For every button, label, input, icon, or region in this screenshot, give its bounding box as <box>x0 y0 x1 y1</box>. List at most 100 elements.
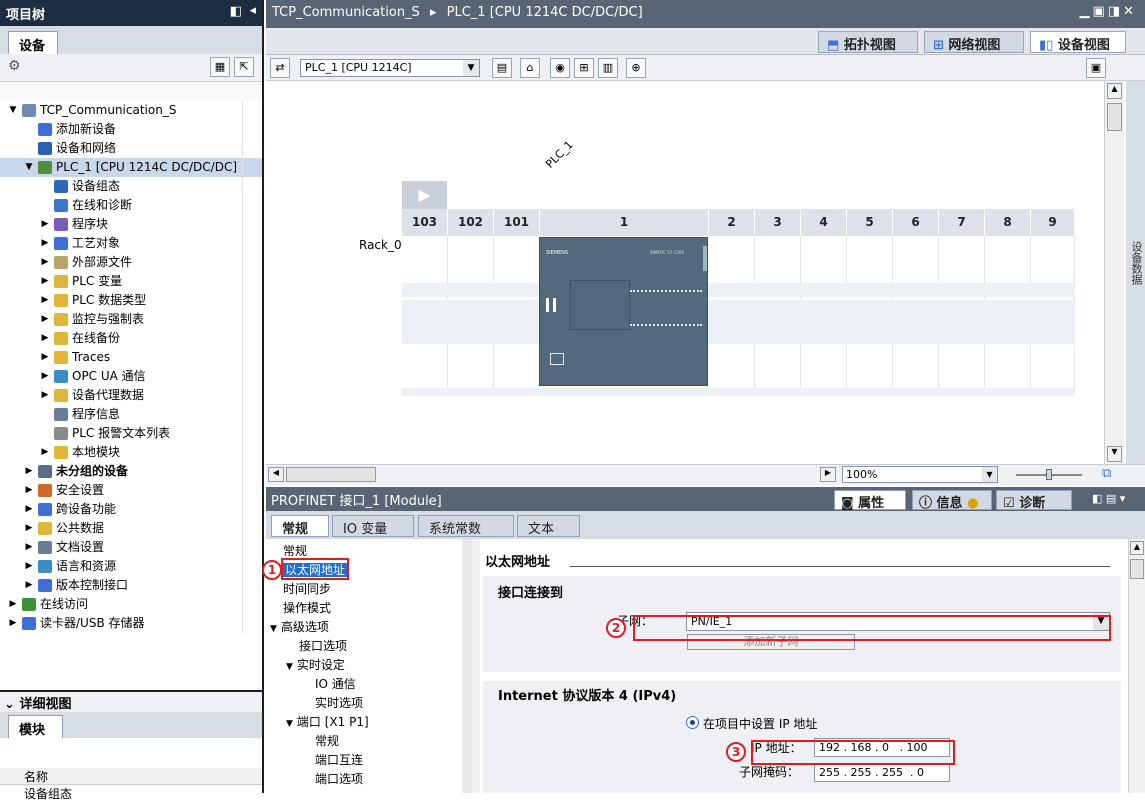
nav-item[interactable]: 常规 <box>302 732 339 751</box>
tree-item[interactable]: ▶ 工艺对象 <box>0 234 262 253</box>
collapse-arrow-icon[interactable]: ▶ <box>40 272 50 291</box>
rack-slot-header[interactable]: 101 <box>494 209 540 236</box>
tree-item[interactable]: ▶ PLC 变量 <box>0 272 262 291</box>
rack-slot-header[interactable]: 5 <box>847 209 893 236</box>
side-panel-icon[interactable]: ▣ <box>1086 58 1106 78</box>
collapse-arrow-icon[interactable]: ▶ <box>40 329 50 348</box>
tree-item[interactable]: ▼ TCP_Communication_S <box>0 101 262 120</box>
panel-layout-icon[interactable]: ◧ <box>230 4 242 19</box>
collapse-arrow-icon[interactable]: ▶ <box>40 253 50 272</box>
tree-item[interactable]: ▶ 读卡器/USB 存储器 <box>0 614 262 633</box>
tree-item[interactable]: ▶ 未分组的设备 <box>0 462 262 481</box>
zoom-select[interactable]: 100% ▼ <box>842 466 998 483</box>
rack-slot-header[interactable]: 4 <box>801 209 847 236</box>
scroll-thumb[interactable] <box>1107 103 1122 131</box>
tree-item[interactable]: ▶ 设备代理数据 <box>0 386 262 405</box>
tree-item[interactable]: ▶ 语言和资源 <box>0 557 262 576</box>
tree-item[interactable]: 设备组态 <box>0 177 262 196</box>
tree-item[interactable]: 在线和诊断 <box>0 196 262 215</box>
set-ip-radio[interactable] <box>686 716 699 729</box>
zoom-in-icon[interactable]: ⊕ <box>626 58 646 78</box>
tab-devices[interactable]: 设备 <box>8 31 58 54</box>
properties-vscroll[interactable]: ▲ <box>1128 539 1145 793</box>
subnet-mask-field[interactable]: 255 . 255 . 255 . 0 <box>814 763 950 782</box>
show-icon[interactable]: ◉ <box>550 58 570 78</box>
rack-slot-header[interactable]: 103 <box>402 209 448 236</box>
panel-controls-icon[interactable]: ◧ ▤ ▾ <box>1092 492 1125 505</box>
nav-item[interactable]: ▼ 实时设定 <box>286 656 345 675</box>
tab-modules[interactable]: 模块 <box>8 715 63 738</box>
zoom-slider-handle[interactable] <box>1046 469 1052 480</box>
window-controls-icon[interactable]: ▁▣◨✕ <box>1080 4 1137 19</box>
nav-splitter[interactable] <box>462 539 472 793</box>
tree-item[interactable]: 程序信息 <box>0 405 262 424</box>
properties-icon[interactable]: ▤ <box>492 58 512 78</box>
tab-topology-view[interactable]: ⬒ 拓扑视图 <box>818 31 918 53</box>
collapse-arrow-icon[interactable]: ▶ <box>24 481 34 500</box>
collapse-arrow-icon[interactable]: ▶ <box>40 348 50 367</box>
tree-item[interactable]: ▶ 在线访问 <box>0 595 262 614</box>
rack-slot-header[interactable]: 9 <box>1031 209 1075 236</box>
device-data-side-tab[interactable]: 设备数据 <box>1126 81 1145 464</box>
collapse-arrow-icon[interactable]: ▶ <box>24 557 34 576</box>
rack-slot-header[interactable]: 6 <box>893 209 939 236</box>
device-select-dropdown[interactable]: PLC_1 [CPU 1214C] ▼ <box>300 59 480 77</box>
collapse-arrow-icon[interactable]: ▶ <box>40 215 50 234</box>
tab-properties[interactable]: ◙ 属性 <box>834 490 906 511</box>
tree-item[interactable]: ▶ OPC UA 通信 <box>0 367 262 386</box>
tree-item[interactable]: ▶ 程序块 <box>0 215 262 234</box>
tree-item[interactable]: ▶ 版本控制接口 <box>0 576 262 595</box>
detail-view-header[interactable]: ⌄ 详细视图 <box>0 692 262 712</box>
rack-slot-header[interactable]: 2 <box>709 209 755 236</box>
nav-expand-icon[interactable]: ▼ <box>286 719 293 729</box>
expand-arrow-icon[interactable]: ▼ <box>24 158 34 177</box>
device-overview-icon[interactable]: ⇄ <box>270 58 290 78</box>
collapse-arrow-icon[interactable]: ▶ <box>8 614 18 633</box>
collapse-icon[interactable]: ◂ <box>249 3 256 18</box>
expand-arrow-icon[interactable]: ▼ <box>8 101 18 120</box>
collapse-arrow-icon[interactable]: ▶ <box>24 462 34 481</box>
props-scroll-up-icon[interactable]: ▲ <box>1130 541 1144 555</box>
tree-item[interactable]: PLC 报警文本列表 <box>0 424 262 443</box>
tree-item[interactable]: ▶ 安全设置 <box>0 481 262 500</box>
nav-item[interactable]: ▼ 端口 [X1 P1] <box>286 713 369 732</box>
nav-expand-icon[interactable]: ▼ <box>286 662 293 672</box>
nav-item[interactable]: 端口选项 <box>302 770 363 789</box>
collapse-arrow-icon[interactable]: ▶ <box>24 500 34 519</box>
export-icon[interactable]: ⇱ <box>234 57 254 77</box>
collapse-arrow-icon[interactable]: ▶ <box>40 367 50 386</box>
collapse-arrow-icon[interactable]: ▶ <box>8 595 18 614</box>
grid-icon[interactable]: ⊞ <box>574 58 594 78</box>
collapse-arrow-icon[interactable]: ▶ <box>24 538 34 557</box>
nav-item[interactable]: 端口互连 <box>302 751 363 770</box>
nav-item[interactable]: 时间同步 <box>270 580 331 599</box>
tree-item[interactable]: ▶ Traces <box>0 348 262 367</box>
nav-item[interactable]: IO 通信 <box>302 675 356 694</box>
tab-info[interactable]: ⓘ 信息 ● <box>912 490 992 511</box>
tree-item[interactable]: ▶ PLC 数据类型 <box>0 291 262 310</box>
rack-slot-header[interactable]: 3 <box>755 209 801 236</box>
collapse-arrow-icon[interactable]: ▶ <box>40 310 50 329</box>
scroll-left-icon[interactable]: ◀ <box>268 467 284 482</box>
collapse-arrow-icon[interactable]: ▶ <box>40 234 50 253</box>
nav-item[interactable]: 实时选项 <box>302 694 363 713</box>
tab-system-constants[interactable]: 系统常数 <box>418 515 514 537</box>
collapse-arrow-icon[interactable]: ▶ <box>40 443 50 462</box>
scroll-down-icon[interactable]: ▼ <box>1107 446 1122 462</box>
collapse-arrow-icon[interactable]: ▶ <box>24 519 34 538</box>
rack-slot-header[interactable]: 7 <box>939 209 985 236</box>
tab-device-view[interactable]: ▮▯ 设备视图 <box>1030 31 1126 53</box>
collapse-arrow-icon[interactable]: ▶ <box>40 291 50 310</box>
overview-icon[interactable]: ▦ <box>210 57 230 77</box>
name-icon[interactable]: ⌂ <box>520 58 540 78</box>
scroll-right-icon[interactable]: ▶ <box>820 467 836 482</box>
expand-rack-icon[interactable]: ▶ <box>402 181 447 209</box>
tab-io-tags[interactable]: IO 变量 <box>332 515 414 537</box>
tab-network-view[interactable]: ⊞ 网络视图 <box>924 31 1024 53</box>
nav-item[interactable]: 操作模式 <box>270 599 331 618</box>
tree-config-icon[interactable]: ⚙ <box>8 58 21 74</box>
tree-item[interactable]: ▶ 本地模块 <box>0 443 262 462</box>
props-scroll-thumb[interactable] <box>1130 559 1144 579</box>
vertical-scrollbar[interactable]: ▲ ▼ <box>1104 81 1124 464</box>
tab-general[interactable]: 常规 <box>271 515 329 537</box>
